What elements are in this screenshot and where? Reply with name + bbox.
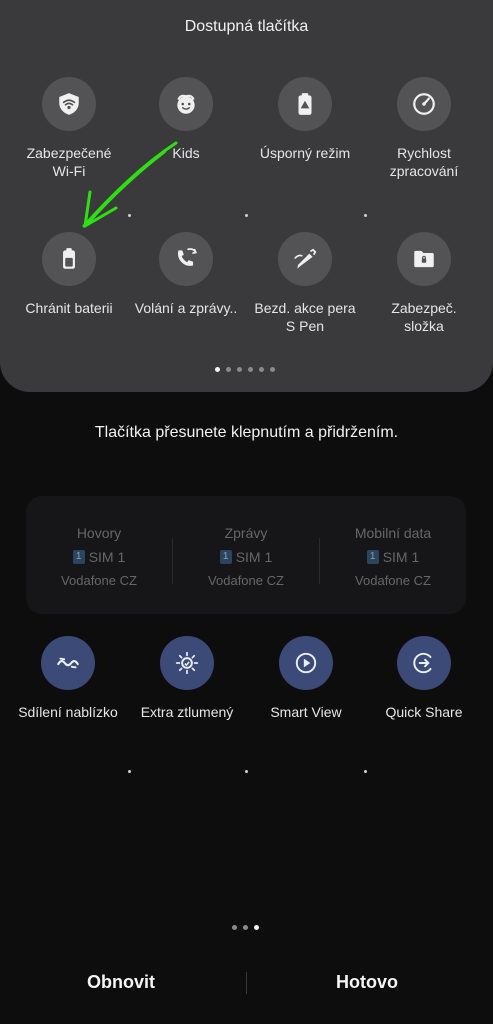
sim-line: 1 SIM 1 [26, 549, 172, 565]
reorder-hint: Tlačítka přesunete klepnutím a přidržení… [94, 424, 399, 441]
tile-label: Volání a zprávy.. [134, 300, 238, 316]
sim-col-calls: Hovory 1 SIM 1 Vodafone CZ [26, 496, 172, 588]
footer-bar: Obnovit Hotovo [0, 972, 493, 996]
sim-label: SIM 1 [382, 549, 420, 565]
sim-carrier: Vodafone CZ [208, 573, 284, 588]
tile-smart-view[interactable]: Smart View [246, 636, 366, 721]
smart-view-icon [279, 636, 333, 690]
sim-col-messages: Zprávy 1 SIM 1 Vodafone CZ [173, 496, 319, 588]
sim-line: 1 SIM 1 [173, 549, 319, 565]
tile-label: Extra ztlumený [140, 704, 234, 720]
tile-label: Smart View [270, 704, 342, 720]
annotation-arrow [82, 141, 178, 228]
tile-label: Sdílení nablízko [18, 704, 118, 720]
sim-line: 1 SIM 1 [320, 549, 466, 565]
page-dot[interactable] [248, 367, 253, 372]
nearby-share-icon [41, 636, 95, 690]
sim-badge: 1 [366, 550, 379, 564]
grid-dot [364, 770, 367, 773]
sim-col-title: Zprávy [224, 525, 268, 541]
sim-label: SIM 1 [235, 549, 273, 565]
page-dot[interactable] [254, 925, 259, 930]
grid-dot [128, 770, 131, 773]
sim-col-mobile-data: Mobilní data 1 SIM 1 Vodafone CZ [320, 496, 466, 588]
sim-carrier: Vodafone CZ [61, 573, 137, 588]
active-page-indicator[interactable] [232, 925, 259, 930]
tile-quick-share[interactable]: Quick Share [364, 636, 484, 721]
tile-extra-dim[interactable]: Extra ztlumený [127, 636, 247, 721]
tile-label: Quick Share [385, 704, 463, 720]
page-dot[interactable] [259, 367, 264, 372]
page-dot[interactable] [226, 367, 231, 372]
page-dot[interactable] [243, 925, 248, 930]
sim-col-title: Hovory [76, 525, 122, 541]
page-dot[interactable] [215, 367, 220, 372]
sim-badge: 1 [72, 550, 85, 564]
divider [246, 972, 247, 994]
sim-carrier: Vodafone CZ [355, 573, 431, 588]
tile-nearby-share[interactable]: Sdílení nablízko [8, 636, 128, 721]
tile-label: Bezd. akce pera S Pen [254, 300, 356, 334]
done-button[interactable]: Hotovo [336, 972, 398, 993]
sim-col-title: Mobilní data [354, 525, 432, 541]
extra-dim-icon [160, 636, 214, 690]
quick-share-icon [397, 636, 451, 690]
sim-badge: 1 [219, 550, 232, 564]
reset-button[interactable]: Obnovit [87, 972, 155, 993]
page-dot[interactable] [232, 925, 237, 930]
panel-page-indicator[interactable] [215, 367, 275, 372]
grid-dot [245, 770, 248, 773]
page-dot[interactable] [270, 367, 275, 372]
page-dot[interactable] [237, 367, 242, 372]
tile-label: Chránit baterii [25, 300, 113, 316]
sim-label: SIM 1 [88, 549, 126, 565]
tile-label: Zabezpeč. složka [391, 300, 457, 334]
sim-settings-card: Hovory 1 SIM 1 Vodafone CZ Zprávy 1 SIM 1 … [26, 496, 466, 614]
